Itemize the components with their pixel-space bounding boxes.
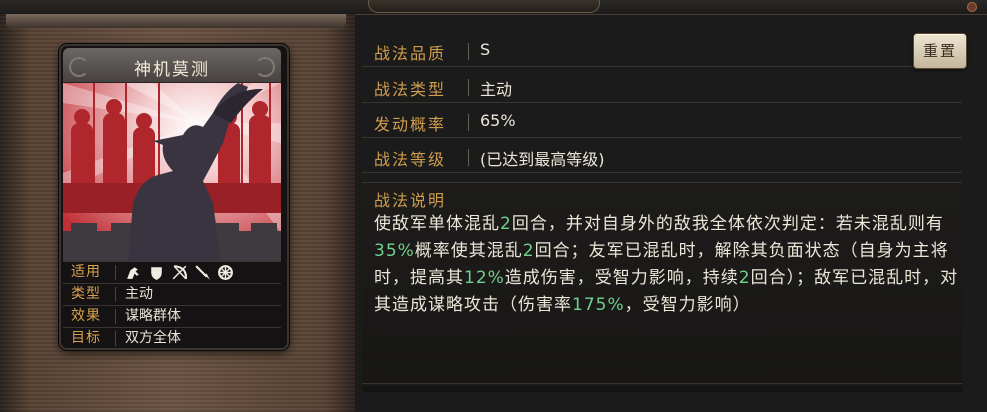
top-center-ornament [368, 0, 600, 13]
prop-label: 战法品质 [374, 44, 447, 63]
description-segment: 回合，并对自身外的敌我全体依次判定：若未混乱则有 [511, 214, 944, 234]
prop-row-type: 战法类型 主动 [362, 72, 962, 103]
prop-divider [468, 79, 469, 96]
description-segment: 造成伤害，受智力影响，持续 [504, 268, 739, 288]
card-row-effect: 效果 谋略群体 [63, 305, 281, 327]
description-segment: 概率使其混乱 [414, 241, 523, 261]
description-bottom-bar [362, 386, 962, 392]
card-row-type: 类型 主动 [63, 283, 281, 305]
spear-icon [195, 265, 210, 280]
card-row-key: 类型 [71, 286, 101, 302]
description-highlight-value: 2 [738, 268, 751, 288]
tactic-card: 神机莫测 适用 类型 主动 效果 谋略群体 目标 双方全体 [59, 44, 289, 350]
prop-divider [468, 43, 469, 60]
card-title: 神机莫测 [134, 60, 210, 80]
prop-value: 主动 [480, 80, 513, 99]
prop-row-quality: 战法品质 S [362, 36, 962, 67]
prop-value: 65% [480, 111, 516, 130]
card-row-usage: 适用 [63, 261, 281, 283]
description-highlight-value: 2 [500, 214, 512, 234]
top-frame-ornament [0, 0, 987, 15]
row-separator [115, 331, 116, 346]
wheel-icon [218, 265, 233, 280]
prop-label: 战法类型 [374, 80, 447, 99]
reset-button[interactable]: 重置 [913, 33, 967, 69]
card-row-key: 目标 [71, 330, 101, 346]
description-highlight-value: 12% [464, 268, 505, 288]
top-right-knob [967, 2, 977, 12]
prop-row-level: 战法等级 (已达到最高等级) [362, 142, 962, 173]
shield-icon [151, 267, 162, 280]
description-highlight-value: 175% [572, 295, 625, 315]
card-artwork [63, 83, 281, 261]
card-row-key: 效果 [71, 308, 101, 324]
description-highlight-value: 35% [374, 241, 415, 261]
prop-value: (已达到最高等级) [480, 150, 605, 169]
card-row-value: 双方全体 [125, 330, 181, 346]
row-separator [115, 309, 116, 324]
description-highlight-value: 2 [522, 241, 535, 261]
row-separator [115, 265, 116, 280]
prop-row-trigger-rate: 发动概率 65% [362, 107, 962, 138]
row-separator [115, 287, 116, 302]
card-row-key: 适用 [71, 264, 101, 280]
strategist-silhouette-art [63, 83, 281, 261]
card-row-value: 谋略群体 [125, 308, 181, 324]
prop-divider [468, 149, 469, 166]
description-title: 战法说明 [374, 191, 447, 210]
description-segment: ，受智力影响） [624, 295, 751, 315]
usage-icons [125, 264, 234, 281]
card-row-target: 目标 双方全体 [63, 327, 281, 349]
prop-divider [468, 114, 469, 131]
bow-icon [172, 265, 187, 280]
description-segment: 使敌军单体混乱 [374, 214, 500, 234]
cavalry-icon [127, 267, 139, 279]
prop-label: 战法等级 [374, 150, 447, 169]
prop-value: S [480, 40, 491, 59]
description-box: 战法说明 使敌军单体混乱2回合，并对自身外的敌我全体依次判定：若未混乱则有35%… [362, 182, 962, 384]
card-title-bar: 神机莫测 [63, 48, 281, 83]
card-row-value: 主动 [125, 286, 153, 302]
prop-label: 发动概率 [374, 115, 447, 134]
description-fade [362, 323, 962, 361]
scroll-rod [6, 14, 346, 28]
